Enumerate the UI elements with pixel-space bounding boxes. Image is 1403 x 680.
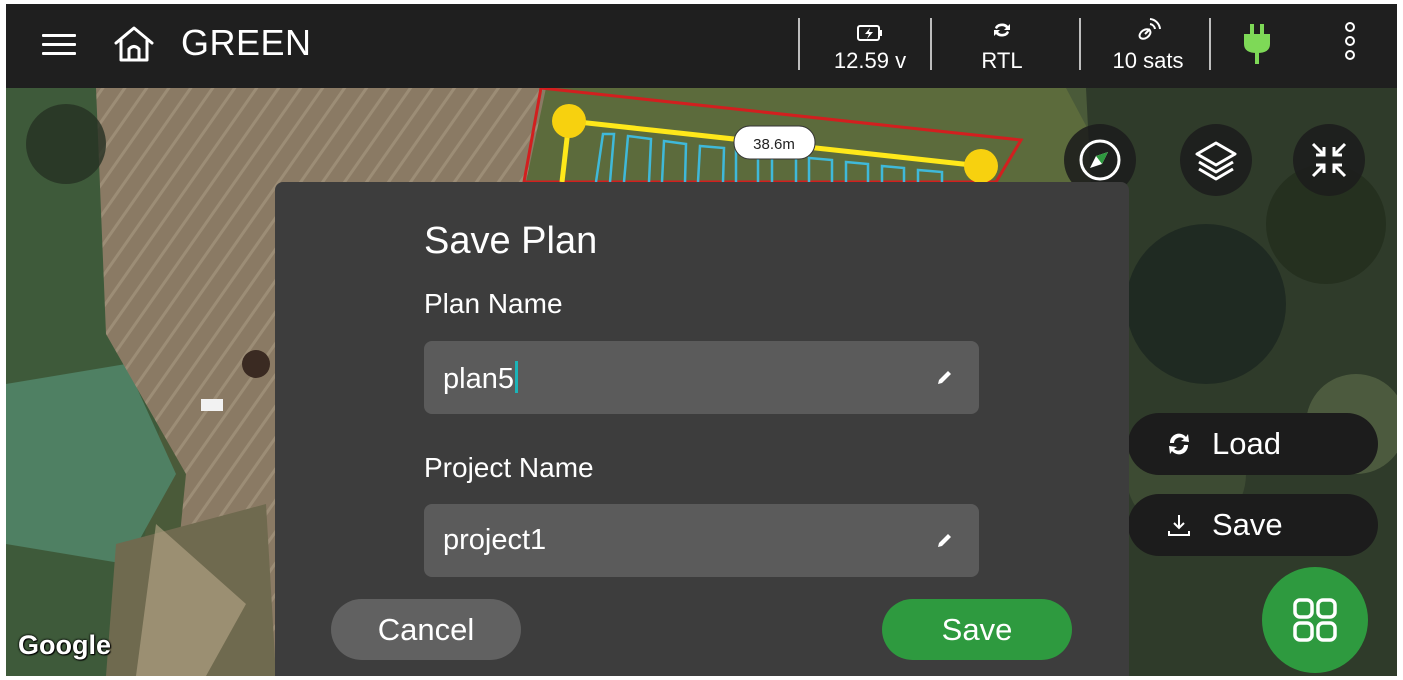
divider <box>1209 18 1211 70</box>
battery-charging-icon <box>857 25 882 41</box>
app-screen: 38.6m Google GREEN 12.59 v RTL 10 sats L… <box>6 4 1397 676</box>
load-button[interactable]: Load <box>1128 413 1378 475</box>
sync-icon <box>994 23 1010 37</box>
grid-menu-button[interactable] <box>1262 567 1368 673</box>
mode-status[interactable]: RTL <box>958 16 1046 74</box>
divider <box>930 18 932 70</box>
divider <box>798 18 800 70</box>
compass-icon <box>1079 139 1121 181</box>
hamburger-icon[interactable] <box>42 30 76 58</box>
save-button[interactable]: Save <box>882 599 1072 660</box>
pencil-icon <box>938 371 951 384</box>
vehicle-name: GREEN <box>181 22 312 63</box>
collapse-button[interactable] <box>1293 124 1365 196</box>
pencil-icon <box>938 534 951 547</box>
kebab-icon[interactable] <box>1342 22 1358 70</box>
top-bar: GREEN 12.59 v RTL 10 sats <box>6 4 1397 88</box>
collapse-icon <box>1311 142 1347 178</box>
project-name-label: Project Name <box>424 452 594 483</box>
save-side-label: Save <box>1212 507 1283 542</box>
grid-icon <box>1293 598 1337 642</box>
flight-mode: RTL <box>981 48 1023 73</box>
plan-name-field[interactable]: plan5 <box>424 341 979 414</box>
project-name-field[interactable]: project1 <box>424 504 979 577</box>
satellite-icon <box>1138 18 1161 40</box>
satellite-count: 10 sats <box>1112 48 1184 73</box>
divider <box>1079 18 1081 70</box>
download-icon <box>1168 515 1190 536</box>
layers-button[interactable] <box>1180 124 1252 196</box>
plan-name-value: plan5 <box>443 363 514 395</box>
plug-icon <box>1244 24 1270 64</box>
refresh-icon <box>1169 433 1189 455</box>
save-plan-dialog: Save Plan Plan Name plan5 Project Name p… <box>275 182 1129 676</box>
dialog-title: Save Plan <box>424 220 598 262</box>
layers-icon <box>1195 141 1237 181</box>
cancel-button[interactable]: Cancel <box>331 599 521 660</box>
battery-voltage: 12.59 v <box>833 48 907 73</box>
google-attribution: Google <box>18 630 111 660</box>
battery-status: 12.59 v <box>814 16 926 74</box>
plan-name-label: Plan Name <box>424 288 563 319</box>
load-label: Load <box>1212 426 1281 461</box>
project-name-value: project1 <box>443 524 547 556</box>
gps-status: 10 sats <box>1096 16 1200 74</box>
save-side-button[interactable]: Save <box>1128 494 1378 556</box>
home-icon[interactable] <box>112 24 156 64</box>
text-caret <box>514 361 518 393</box>
distance-label: 38.6m <box>753 136 795 153</box>
